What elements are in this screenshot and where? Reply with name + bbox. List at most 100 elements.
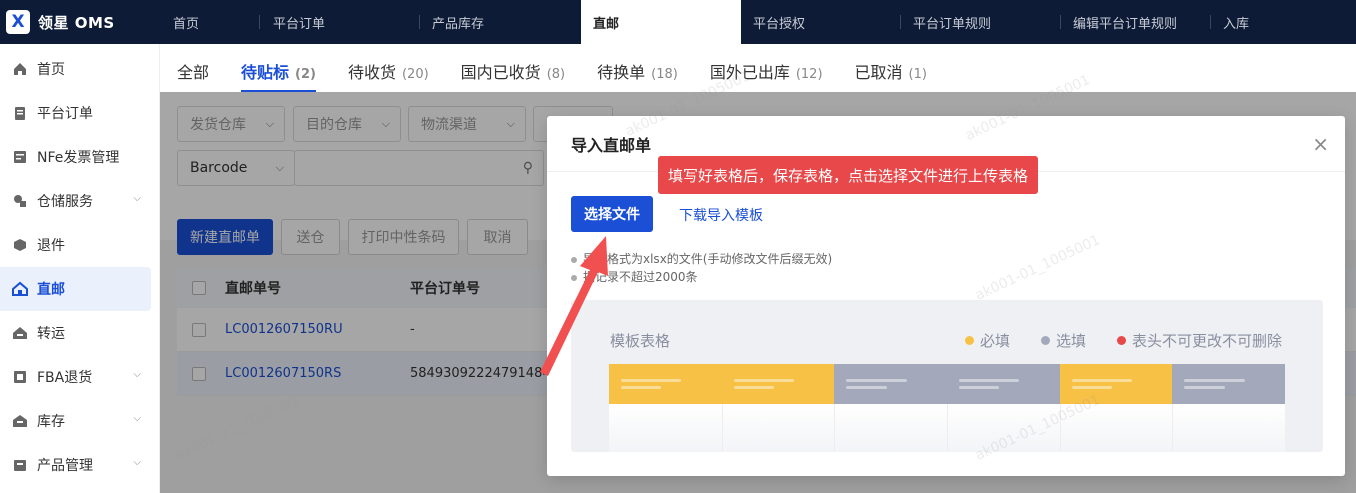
top-navbar: X 领星 OMS 首页 平台订单 产品库存 直邮 平台授权 平台订单规则 编辑平…	[0, 0, 1356, 44]
sidebar-item-label: NFe发票管理	[37, 150, 120, 166]
template-column-header	[721, 364, 835, 404]
legend-label: 表头不可更改不可删除	[1132, 332, 1283, 350]
chevron-down-icon: ⌵	[133, 457, 141, 468]
status-tab-cancelled[interactable]: 已取消 (1)	[855, 44, 927, 92]
legend-label: 必填	[980, 332, 1011, 350]
sidebar-item-product-management[interactable]: 产品管理 ⌵	[0, 443, 159, 487]
top-tab-home[interactable]: 首页	[160, 0, 260, 44]
template-column-header	[1172, 364, 1285, 404]
note-text: 据记录不超过2000条	[583, 270, 698, 284]
template-title: 模板表格	[610, 332, 671, 350]
sidebar: 首页 平台订单 NFe发票管理 仓储服务 ⌵ 退件 直邮 转运 FBA退货 ⌵ …	[0, 44, 160, 493]
template-grid	[609, 364, 1285, 452]
status-tab-label: 待贴标	[241, 63, 290, 82]
status-tab-label: 国外已出库	[709, 63, 790, 82]
clipboard-icon	[12, 105, 28, 121]
top-tab-label: 产品库存	[432, 16, 485, 32]
sidebar-item-nfe-invoice[interactable]: NFe发票管理	[0, 135, 159, 179]
fba-return-icon	[12, 369, 28, 385]
top-tab-edit-order-rules[interactable]: 编辑平台订单规则	[1061, 0, 1211, 44]
top-tab-platform-order-rules[interactable]: 平台订单规则	[901, 0, 1061, 44]
app-logo[interactable]: X 领星 OMS	[0, 10, 160, 34]
sidebar-item-label: 直邮	[37, 282, 65, 298]
template-preview: 模板表格 必填 选填 表头不可更改不可删除	[571, 300, 1323, 452]
status-tab-count: (20)	[401, 67, 429, 82]
status-tab-label: 待收货	[347, 63, 396, 82]
direct-mail-icon	[12, 281, 28, 297]
sidebar-item-warehouse-service[interactable]: 仓储服务 ⌵	[0, 179, 159, 223]
status-tab-label: 国内已收货	[460, 63, 541, 82]
status-tab-all[interactable]: 全部	[177, 44, 209, 92]
product-icon	[12, 457, 28, 473]
status-tab-overseas-shipped[interactable]: 国外已出库 (12)	[710, 44, 823, 92]
template-column-divider	[834, 404, 836, 452]
legend-label: 选填	[1056, 332, 1087, 350]
template-column-header	[1059, 364, 1173, 404]
top-tab-platform-auth[interactable]: 平台授权	[741, 0, 901, 44]
top-tab-direct-mail[interactable]: 直邮	[581, 0, 741, 44]
template-column-divider	[1172, 404, 1174, 452]
template-column-header	[947, 364, 1060, 404]
top-tab-platform-orders[interactable]: 平台订单	[260, 0, 420, 44]
status-tab-domestic-received[interactable]: 国内已收货 (8)	[461, 44, 565, 92]
template-column-divider	[947, 404, 948, 452]
close-icon[interactable]: ×	[1312, 134, 1329, 154]
app-name: 领星 OMS	[38, 13, 115, 32]
template-column-divider	[1059, 404, 1061, 452]
sidebar-item-label: 产品管理	[37, 458, 93, 474]
note-text: 导入格式为xlsx的文件(手动修改文件后缀无效)	[583, 252, 833, 266]
legend-required: 必填	[965, 330, 1010, 351]
import-note: 导入格式为xlsx的文件(手动修改文件后缀无效)	[571, 250, 832, 267]
warehouse-icon	[12, 193, 28, 209]
top-tab-label: 直邮	[593, 16, 620, 32]
upload-instruction-callout: 填写好表格后，保存表格，点击选择文件进行上传表格	[658, 156, 1039, 194]
legend-header-locked: 表头不可更改不可删除	[1117, 330, 1282, 351]
status-tab-count: (2)	[295, 67, 316, 82]
bullet-icon	[571, 256, 577, 263]
sidebar-item-label: 库存	[37, 414, 65, 430]
top-tab-label: 首页	[173, 16, 200, 32]
sidebar-item-fba-return[interactable]: FBA退货 ⌵	[0, 355, 159, 399]
sidebar-item-home[interactable]: 首页	[0, 47, 159, 91]
sidebar-item-label: 平台订单	[37, 106, 93, 122]
sidebar-item-returns[interactable]: 退件	[0, 223, 159, 267]
bullet-icon	[571, 274, 577, 281]
home-icon	[12, 61, 28, 77]
sidebar-item-label: FBA退货	[37, 370, 93, 386]
download-template-link[interactable]: 下载导入模板	[679, 205, 763, 225]
legend-dot-icon	[965, 336, 974, 345]
top-tab-label: 平台订单	[273, 16, 326, 32]
status-tab-count: (1)	[908, 67, 927, 82]
sidebar-item-transfer[interactable]: 转运	[0, 311, 159, 355]
top-tab-label: 平台授权	[753, 16, 806, 32]
sidebar-item-label: 退件	[37, 238, 65, 254]
top-tab-product-inventory[interactable]: 产品库存	[420, 0, 581, 44]
status-tab-count: (12)	[795, 67, 823, 82]
status-tab-pending-receipt[interactable]: 待收货 (20)	[348, 44, 429, 92]
chevron-down-icon: ⌵	[133, 193, 141, 204]
choose-file-button[interactable]: 选择文件	[571, 196, 653, 232]
legend-dot-icon	[1041, 336, 1050, 345]
template-grid-header	[609, 364, 1285, 404]
sidebar-item-platform-orders[interactable]: 平台订单	[0, 91, 159, 135]
transfer-icon	[12, 325, 28, 341]
status-tab-count: (18)	[651, 67, 678, 82]
sidebar-item-label: 转运	[37, 326, 65, 342]
chevron-down-icon: ⌵	[133, 369, 141, 380]
legend-dot-icon	[1117, 336, 1126, 345]
sidebar-item-label: 首页	[37, 62, 65, 78]
sidebar-item-inventory[interactable]: 库存 ⌵	[0, 399, 159, 443]
status-tab-pending-label[interactable]: 待贴标 (2)	[241, 44, 316, 92]
sidebar-item-direct-mail[interactable]: 直邮	[0, 267, 151, 311]
template-column-header	[609, 364, 722, 404]
status-tab-pending-exchange[interactable]: 待换单 (18)	[597, 44, 678, 92]
return-icon	[12, 237, 28, 253]
top-tab-inbound[interactable]: 入库	[1211, 0, 1336, 44]
top-tab-label: 编辑平台订单规则	[1073, 16, 1178, 32]
template-column-header	[834, 364, 948, 404]
status-tab-count: (8)	[546, 67, 566, 82]
legend-optional: 选填	[1041, 330, 1086, 351]
invoice-icon	[12, 149, 28, 165]
template-column-divider	[721, 404, 723, 452]
status-tab-label: 待换单	[597, 63, 646, 82]
